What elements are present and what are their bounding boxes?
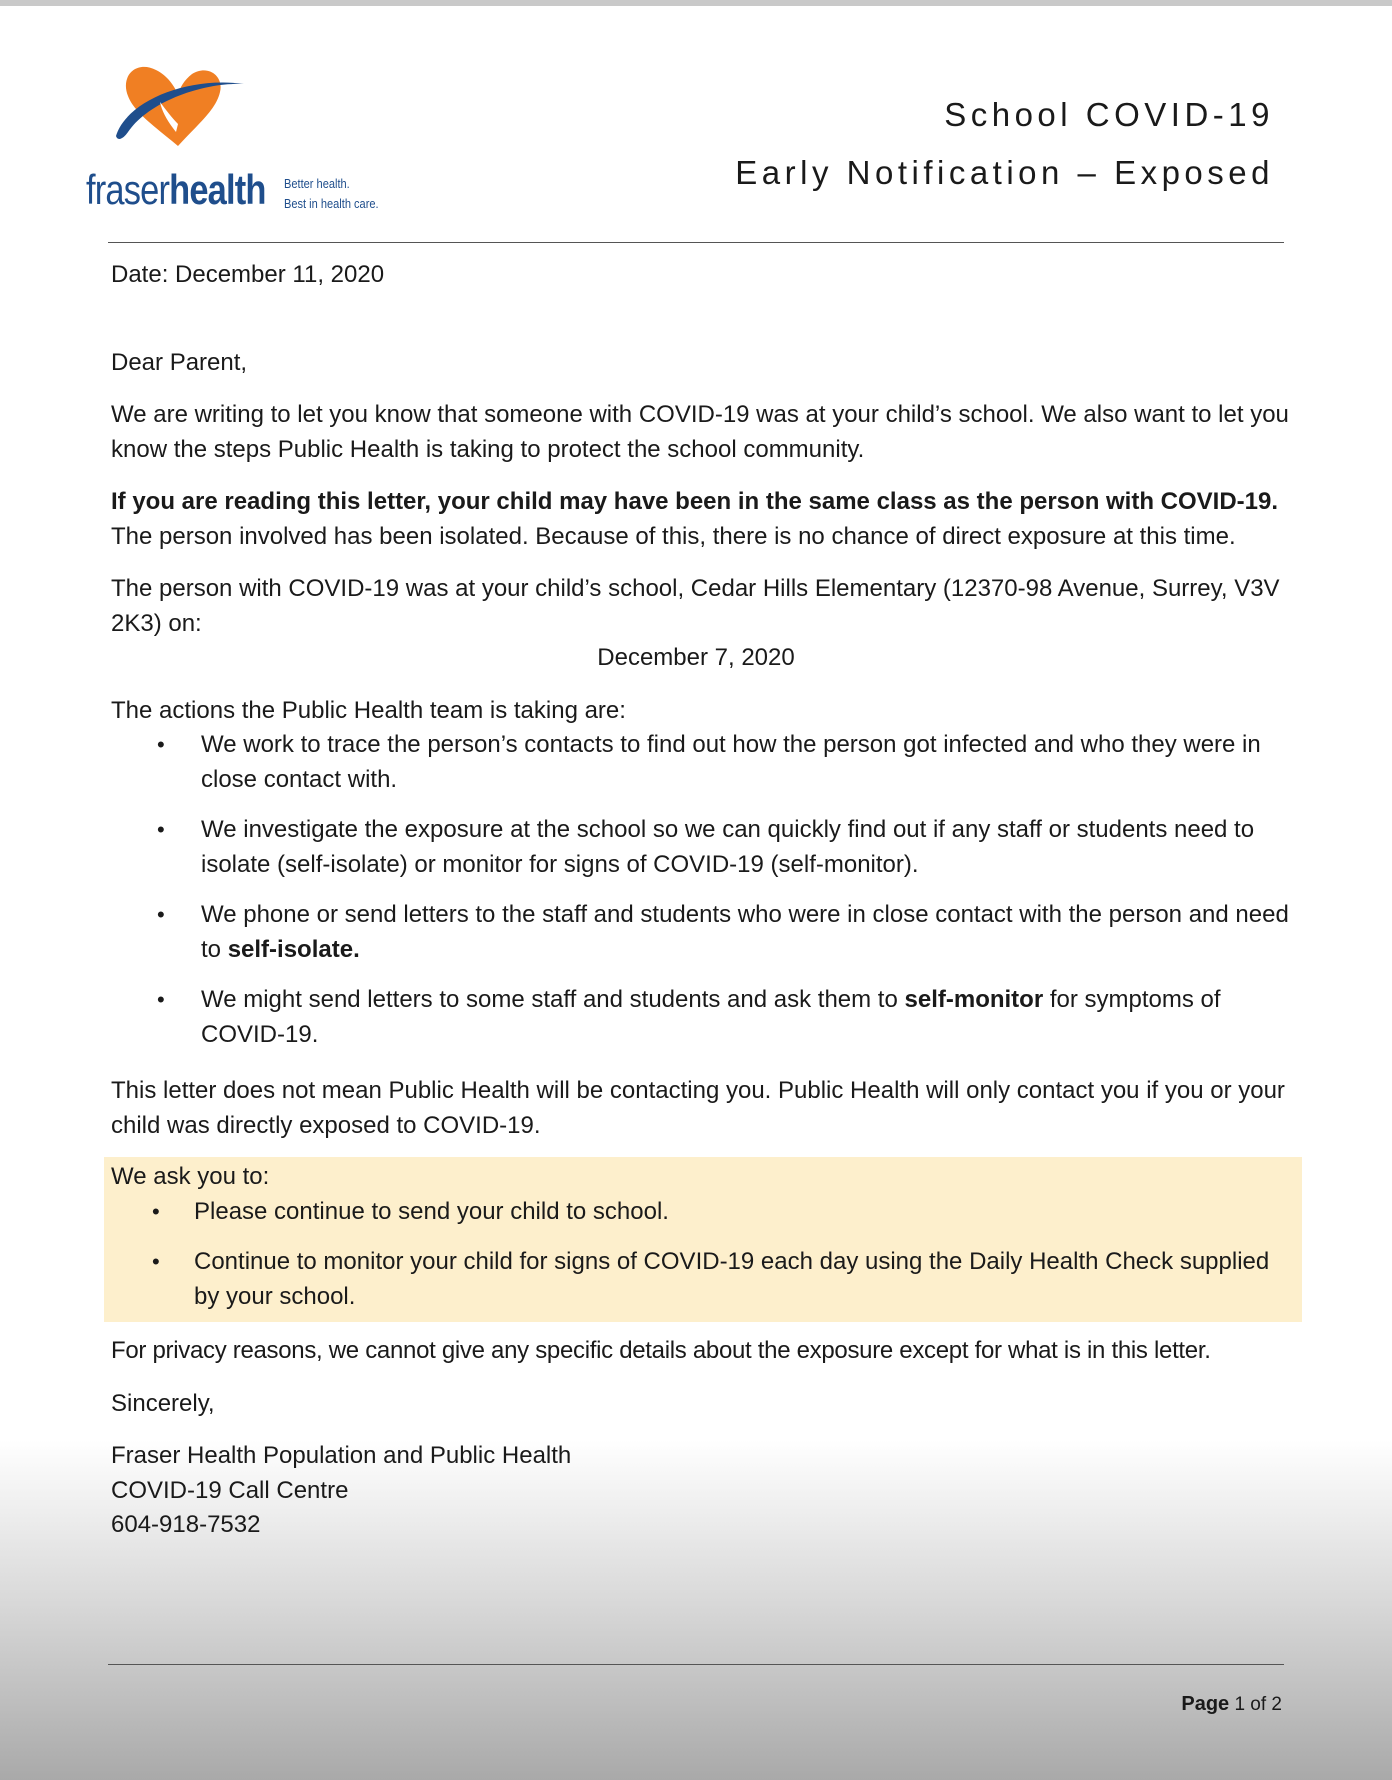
page-count: 1 of 2	[1234, 1694, 1282, 1715]
privacy-paragraph: For privacy reasons, we cannot give any …	[111, 1337, 1211, 1364]
logo-wordmark: fraserhealth	[86, 166, 266, 213]
header-divider	[108, 242, 1284, 243]
intro-paragraph: We are writing to let you know that some…	[111, 401, 1289, 463]
top-edge	[0, 0, 1392, 6]
action-item: We investigate the exposure at the schoo…	[111, 813, 1291, 882]
exposure-notice-bold: If you are reading this letter, your chi…	[111, 488, 1279, 515]
page-label: Page	[1181, 1693, 1230, 1715]
signature-line-1: Fraser Health Population and Public Heal…	[111, 1442, 572, 1469]
salutation: Dear Parent,	[111, 348, 248, 376]
signature-line-3: 604-918-7532	[111, 1511, 261, 1538]
document-title: School COVID-19 Early Notification – Exp…	[735, 86, 1274, 202]
ask-item: Continue to monitor your child for signs…	[111, 1245, 1295, 1314]
action-item: We phone or send letters to the staff an…	[111, 898, 1291, 967]
action-item: We might send letters to some staff and …	[111, 983, 1291, 1052]
letter-date: Date: December 11, 2020	[111, 261, 385, 288]
tagline-line-2: Best in health care.	[284, 196, 379, 211]
location-paragraph: The person with COVID-19 was at your chi…	[111, 575, 1280, 637]
asks-list: Please continue to send your child to sc…	[111, 1195, 1295, 1315]
ask-item: Please continue to send your child to sc…	[111, 1195, 1295, 1230]
action-item: We work to trace the person’s contacts t…	[111, 728, 1291, 797]
logo-tagline: Better health. Best in health care.	[284, 174, 379, 214]
exposure-notice-paragraph: If you are reading this letter, your chi…	[111, 485, 1291, 554]
actions-list: We work to trace the person’s contacts t…	[111, 728, 1291, 1052]
ask-you-box: We ask you to: Please continue to send y…	[104, 1157, 1302, 1322]
ask-intro: We ask you to:	[111, 1163, 270, 1190]
exposure-date: December 7, 2020	[597, 644, 795, 671]
closing: Sincerely,	[111, 1389, 215, 1417]
no-contact-paragraph: This letter does not mean Public Health …	[111, 1077, 1285, 1139]
title-line-2: Early Notification – Exposed	[735, 154, 1274, 191]
heart-swoosh-icon	[116, 66, 244, 146]
actions-intro: The actions the Public Health team is ta…	[111, 696, 626, 724]
fraserhealth-logo: fraserhealth Better health. Best in heal…	[84, 62, 404, 222]
letter-body: Date: December 11, 2020 Dear Parent, We …	[104, 258, 1302, 1543]
page-number: Page 1 of 2	[1181, 1693, 1282, 1716]
exposure-notice-rest: The person involved has been isolated. B…	[111, 522, 1236, 550]
footer-divider	[108, 1664, 1284, 1665]
tagline-line-1: Better health.	[284, 176, 350, 191]
title-line-1: School COVID-19	[944, 96, 1274, 133]
signature-line-2: COVID-19 Call Centre	[111, 1476, 349, 1504]
